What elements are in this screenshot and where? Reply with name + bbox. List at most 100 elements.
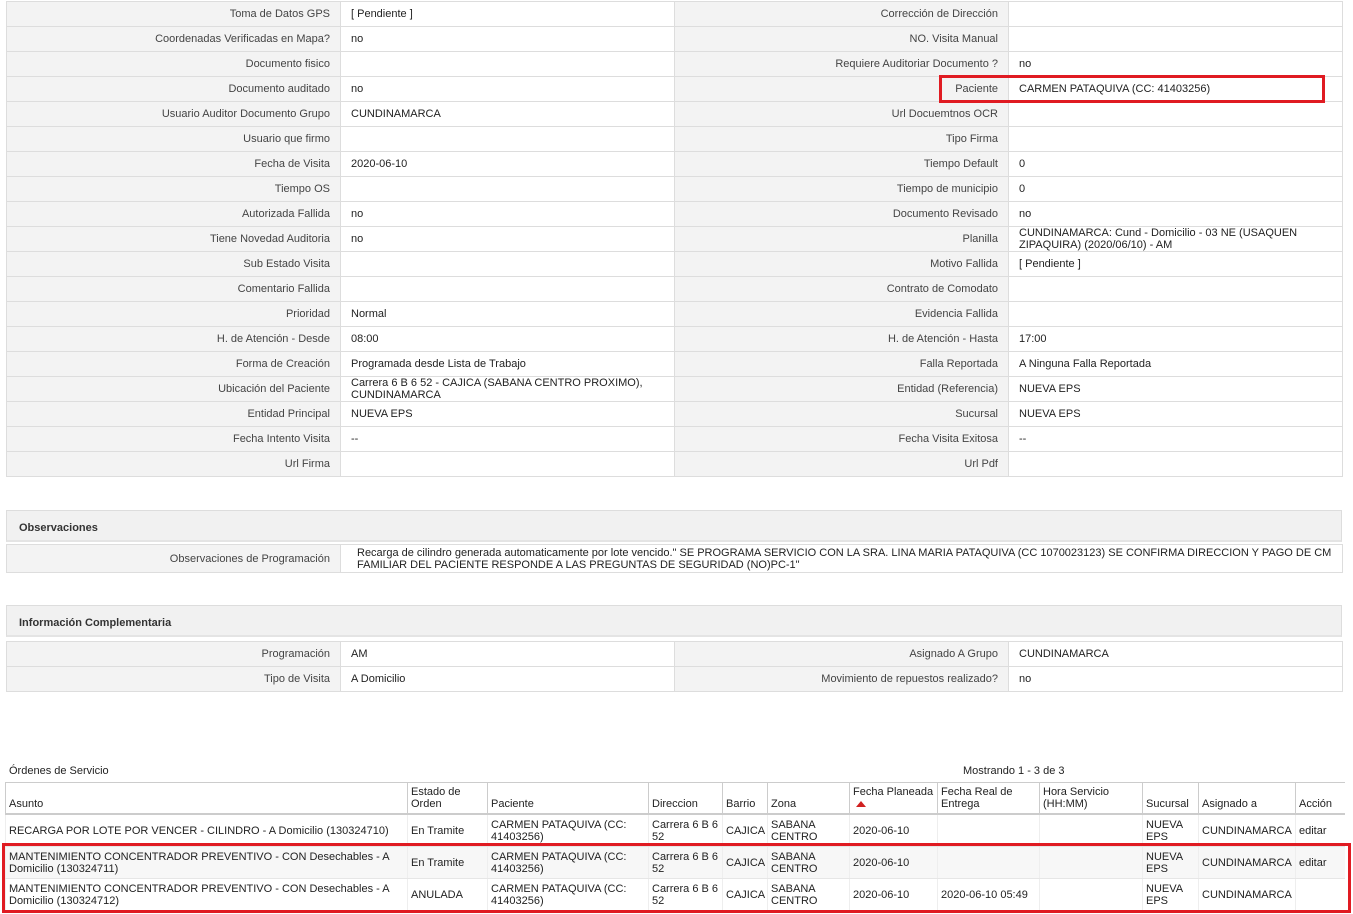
url-pdf-label: Url Pdf	[674, 451, 1009, 477]
comentario-fallida-label: Comentario Fallida	[6, 276, 341, 302]
h-de-atencion-desde-label: H. de Atención - Desde	[6, 326, 341, 352]
cell-accion	[1295, 878, 1345, 911]
complementaria-row: Tipo de Visita A Domicilio Movimiento de r…	[6, 666, 1343, 692]
column-header-label: Asignado a	[1202, 798, 1258, 810]
column-header-label: Sucursal	[1146, 798, 1189, 810]
cell-asignado-a: CUNDINAMARCA	[1198, 846, 1296, 879]
forma-de-creacion-value: Programada desde Lista de Trabajo	[340, 351, 675, 377]
observaciones-header: Observaciones	[6, 510, 1342, 542]
tipo-de-visita-label: Tipo de Visita	[6, 666, 341, 692]
documento-fisico-value	[340, 51, 675, 77]
observaciones-title: Observaciones	[19, 522, 98, 534]
cell-accion: editar	[1295, 814, 1345, 847]
detail-row: Sub Estado Visita Motivo Fallida[ Pendien…	[6, 251, 1343, 277]
cell-fecha-planeada: 2020-06-10	[849, 846, 938, 879]
column-header-zona[interactable]: Zona	[767, 782, 850, 814]
programacion-value: AM	[340, 641, 675, 667]
h-de-atencion-hasta-label: H. de Atención - Hasta	[674, 326, 1009, 352]
paciente-value: CARMEN PATAQUIVA (CC: 41403256)	[1008, 76, 1343, 102]
cell-fecha-real-de-entrega: 2020-06-10 05:49	[937, 878, 1040, 911]
column-header-paciente[interactable]: Paciente	[487, 782, 649, 814]
observaciones-label: Observaciones de Programación	[6, 544, 341, 573]
tiene-novedad-auditoria-value: no	[340, 226, 675, 252]
entidad-referencia-label: Entidad (Referencia)	[674, 376, 1009, 402]
edit-link[interactable]: editar	[1299, 857, 1327, 869]
tipo-de-visita-value: A Domicilio	[340, 666, 675, 692]
column-header-label: Asunto	[9, 798, 44, 810]
column-header-accion[interactable]: Acción	[1295, 782, 1345, 814]
column-header-asignado-a[interactable]: Asignado a	[1198, 782, 1296, 814]
evidencia-fallida-value	[1008, 301, 1343, 327]
cell-asunto: MANTENIMIENTO CONCENTRADOR PREVENTIVO - …	[5, 878, 408, 911]
cell-zona: SABANA CENTRO	[767, 814, 850, 847]
column-header-hora-servicio-hh-mm[interactable]: Hora Servicio (HH:MM)	[1039, 782, 1143, 814]
entidad-principal-value: NUEVA EPS	[340, 401, 675, 427]
comentario-fallida-value	[340, 276, 675, 302]
ubicacion-del-paciente-label: Ubicación del Paciente	[6, 376, 341, 402]
ordenes-table: Asunto Estado de Orden Paciente Direccion Ba…	[5, 782, 1345, 911]
usuario-auditor-documento-grupo-label: Usuario Auditor Documento Grupo	[6, 101, 341, 127]
url-docuemtnos-ocr-value	[1008, 101, 1343, 127]
column-header-estado-de-orden[interactable]: Estado de Orden	[407, 782, 488, 814]
cell-sucursal: NUEVA EPS	[1142, 878, 1199, 911]
tiene-novedad-auditoria-label: Tiene Novedad Auditoria	[6, 226, 341, 252]
detail-row: Documento fisico Requiere Auditoriar Docu…	[6, 51, 1343, 77]
autorizada-fallida-label: Autorizada Fallida	[6, 201, 341, 227]
ubicacion-del-paciente-value: Carrera 6 B 6 52 - CAJICA (SABANA CENTRO…	[340, 376, 675, 402]
fecha-intento-visita-label: Fecha Intento Visita	[6, 426, 341, 452]
column-header-fecha-planeada[interactable]: Fecha Planeada	[849, 782, 938, 814]
table-row: MANTENIMIENTO CONCENTRADOR PREVENTIVO - …	[5, 846, 1345, 879]
h-de-atencion-desde-value: 08:00	[340, 326, 675, 352]
sub-estado-visita-value	[340, 251, 675, 277]
asignado-a-grupo-label: Asignado A Grupo	[674, 641, 1009, 667]
table-row: RECARGA POR LOTE POR VENCER - CILINDRO -…	[5, 814, 1345, 847]
detail-row: Entidad Principal NUEVA EPS Sucursal NUEVA …	[6, 401, 1343, 427]
edit-link[interactable]: editar	[1299, 825, 1327, 837]
column-header-fecha-real-de-entrega[interactable]: Fecha Real de Entrega	[937, 782, 1040, 814]
cell-fecha-real-de-entrega	[937, 846, 1040, 879]
column-header-sucursal[interactable]: Sucursal	[1142, 782, 1199, 814]
observaciones-text: Recarga de cilindro generada automaticam…	[340, 544, 1343, 573]
fecha-intento-visita-value: --	[340, 426, 675, 452]
column-header-label: Estado de Orden	[411, 786, 461, 810]
table-row: MANTENIMIENTO CONCENTRADOR PREVENTIVO - …	[5, 878, 1345, 911]
column-header-asunto[interactable]: Asunto	[5, 782, 408, 814]
cell-estado-de-orden: ANULADA	[407, 878, 488, 911]
cell-hora-servicio-hh-mm	[1039, 878, 1143, 911]
usuario-que-firmo-label: Usuario que firmo	[6, 126, 341, 152]
documento-auditado-label: Documento auditado	[6, 76, 341, 102]
documento-revisado-label: Documento Revisado	[674, 201, 1009, 227]
evidencia-fallida-label: Evidencia Fallida	[674, 301, 1009, 327]
tiempo-os-label: Tiempo OS	[6, 176, 341, 202]
tiempo-de-municipio-label: Tiempo de municipio	[674, 176, 1009, 202]
complementaria-title: Información Complementaria	[19, 617, 172, 629]
url-docuemtnos-ocr-label: Url Docuemtnos OCR	[674, 101, 1009, 127]
cell-hora-servicio-hh-mm	[1039, 814, 1143, 847]
documento-revisado-value: no	[1008, 201, 1343, 227]
cell-estado-de-orden: En Tramite	[407, 814, 488, 847]
requiere-auditoriar-documento-label: Requiere Auditoriar Documento ?	[674, 51, 1009, 77]
column-header-label: Acción	[1299, 798, 1333, 810]
movimiento-de-repuestos-realizado-value: no	[1008, 666, 1343, 692]
programacion-label: Programación	[6, 641, 341, 667]
cell-asunto: RECARGA POR LOTE POR VENCER - CILINDRO -…	[5, 814, 408, 847]
column-header-direccion[interactable]: Direccion	[648, 782, 723, 814]
documento-fisico-label: Documento fisico	[6, 51, 341, 77]
detail-row: Comentario Fallida Contrato de Comodato	[6, 276, 1343, 302]
sub-estado-visita-label: Sub Estado Visita	[6, 251, 341, 277]
detail-row: Ubicación del Paciente Carrera 6 B 6 52 -…	[6, 376, 1343, 402]
detail-row: Tiempo OS Tiempo de municipio 0	[6, 176, 1343, 202]
ordenes-title: Órdenes de Servicio	[9, 765, 109, 777]
sort-ascending-icon[interactable]	[856, 801, 866, 808]
planilla-label: Planilla	[674, 226, 1009, 252]
contrato-de-comodato-value	[1008, 276, 1343, 302]
usuario-que-firmo-value	[340, 126, 675, 152]
column-header-barrio[interactable]: Barrio	[722, 782, 768, 814]
sucursal-label: Sucursal	[674, 401, 1009, 427]
cell-hora-servicio-hh-mm	[1039, 846, 1143, 879]
column-header-label: Barrio	[726, 798, 756, 810]
entidad-principal-label: Entidad Principal	[6, 401, 341, 427]
falla-reportada-value: A Ninguna Falla Reportada	[1008, 351, 1343, 377]
url-pdf-value	[1008, 451, 1343, 477]
cell-fecha-planeada: 2020-06-10	[849, 878, 938, 911]
